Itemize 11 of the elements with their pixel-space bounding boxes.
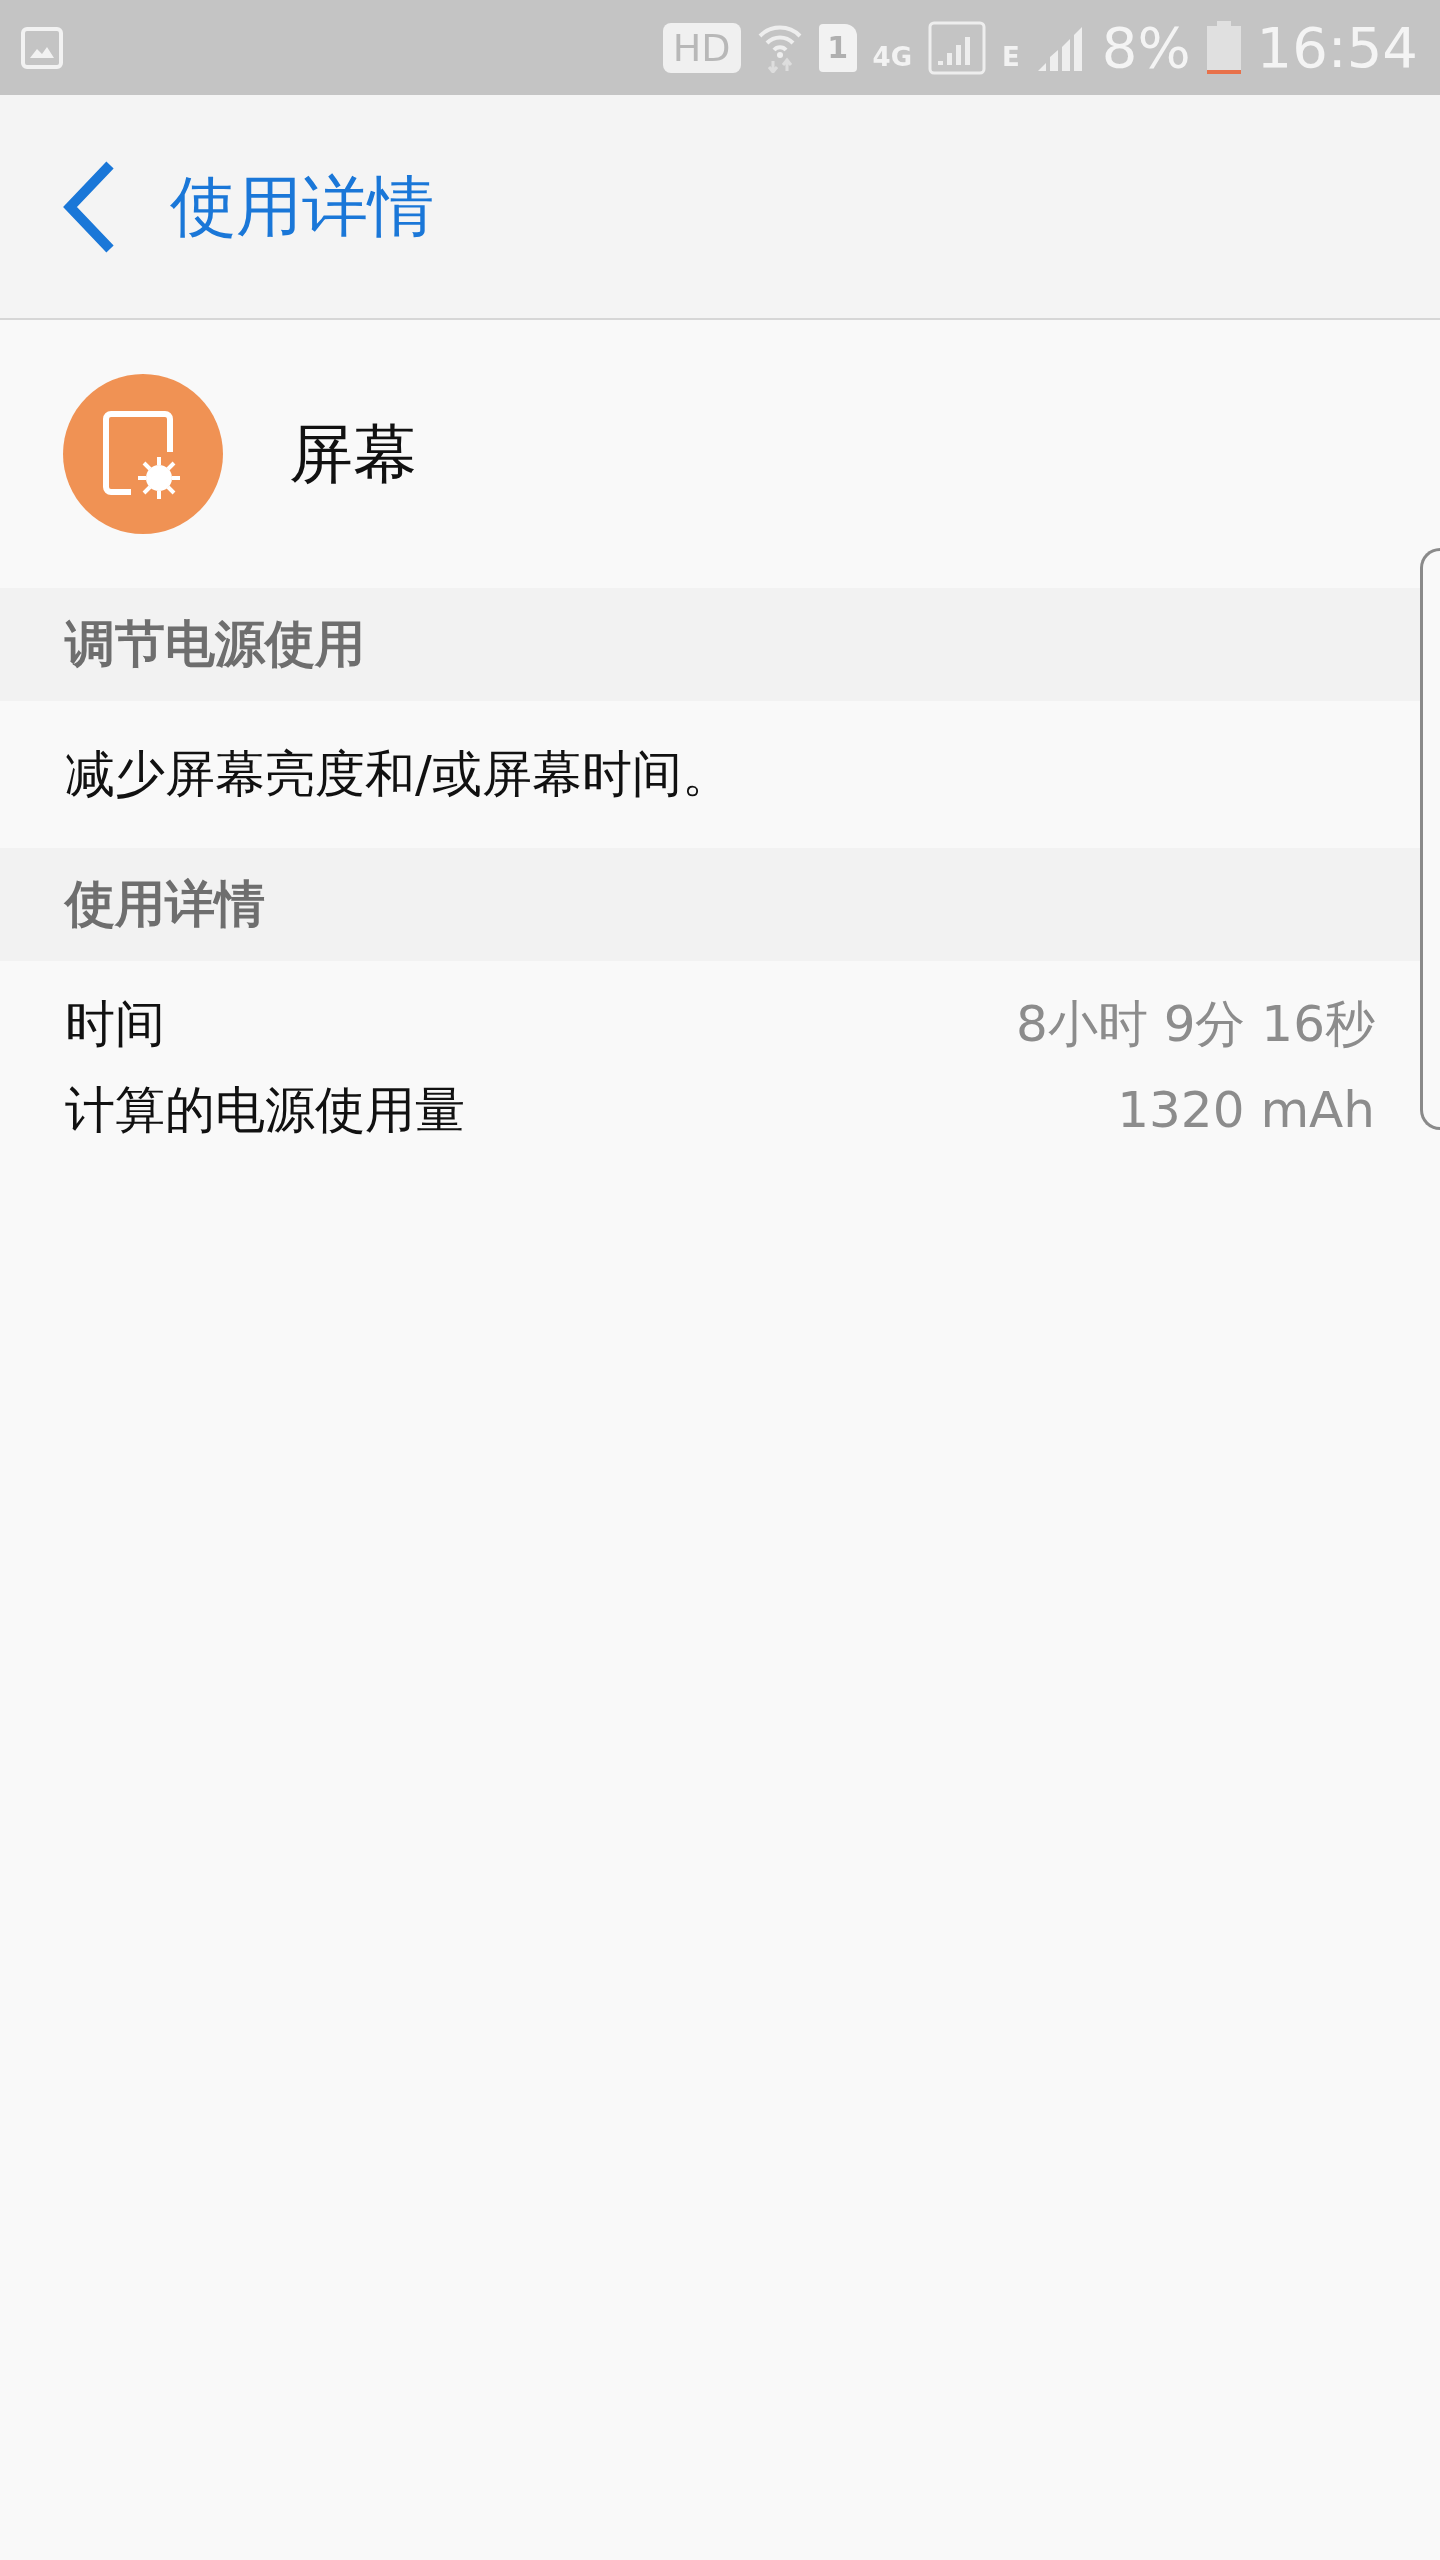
hd-badge: HD — [662, 22, 741, 73]
detail-value: 1320 mAh — [1117, 1079, 1375, 1141]
app-name: 屏幕 — [289, 416, 417, 493]
sim-card-icon: 1 — [818, 23, 857, 72]
description-text[interactable]: 减少屏幕亮度和/或屏幕时间。 — [0, 701, 1440, 848]
section-header: 使用详情 — [0, 848, 1420, 961]
detail-label: 时间 — [65, 993, 165, 1055]
detail-value: 8小时 9分 16秒 — [1015, 993, 1375, 1055]
detail-label: 计算的电源使用量 — [65, 1079, 465, 1141]
page-title: 使用详情 — [170, 167, 434, 247]
section-header: 调节电源使用 — [0, 588, 1420, 701]
